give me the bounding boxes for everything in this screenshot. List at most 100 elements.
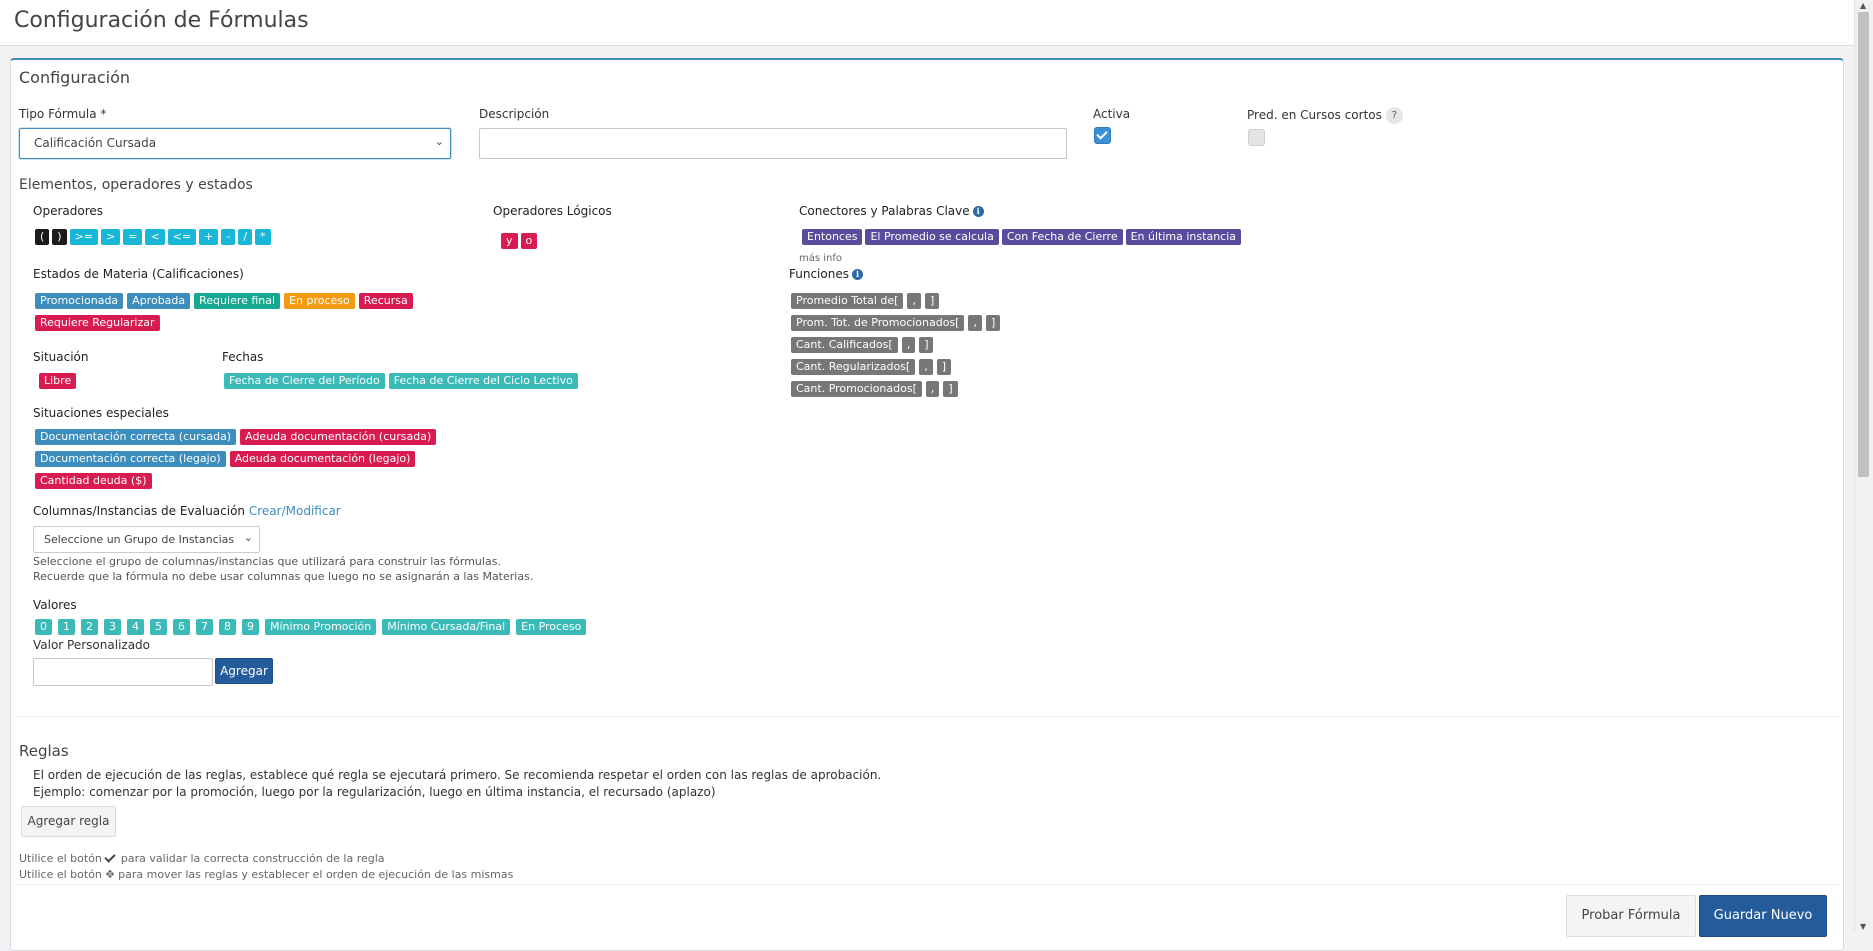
reglas-desc-line1: El orden de ejecución de las reglas, est…: [33, 768, 882, 782]
keyword-chip[interactable]: Con Fecha de Cierre: [1001, 229, 1123, 245]
info-icon[interactable]: i: [851, 269, 863, 280]
operator-chip[interactable]: *: [255, 229, 271, 245]
probar-formula-button[interactable]: Probar Fórmula: [1566, 895, 1696, 937]
logic-chip[interactable]: o: [520, 233, 538, 249]
scroll-up-icon[interactable]: ▲: [1860, 1, 1866, 10]
function-chip[interactable]: Promedio Total de[: [791, 293, 904, 309]
estado-chip[interactable]: Requiere Regularizar: [35, 315, 160, 331]
valor-chip[interactable]: 3: [104, 619, 121, 635]
operator-chip[interactable]: >=: [69, 229, 99, 245]
columnas-label: Columnas/Instancias de Evaluación Crear/…: [33, 504, 341, 518]
function-chip[interactable]: Cant. Regularizados[: [791, 359, 916, 375]
function-part-chip[interactable]: ]: [985, 315, 1001, 331]
reglas-hints: Utilice el botón para validar la correct…: [19, 851, 513, 883]
operator-chip[interactable]: >: [101, 229, 121, 245]
especial-chip[interactable]: Cantidad deuda ($): [35, 473, 152, 489]
operator-chip[interactable]: -: [221, 229, 236, 245]
estado-chip[interactable]: Requiere final: [194, 293, 281, 309]
fecha-chip[interactable]: Fecha de Cierre del Ciclo Lectivo: [388, 373, 578, 389]
conectores-label-text: Conectores y Palabras Clave: [799, 204, 970, 218]
info-icon[interactable]: i: [972, 206, 984, 217]
situacion-chip[interactable]: Libre: [39, 373, 77, 389]
operadores-label: Operadores: [33, 204, 103, 218]
valor-chip[interactable]: 0: [35, 619, 52, 635]
valor-chip[interactable]: Mínimo Promoción: [265, 619, 377, 635]
estado-chip[interactable]: Aprobada: [127, 293, 191, 309]
function-part-chip[interactable]: ]: [936, 359, 951, 375]
hint2-suffix: para mover las reglas y establecer el or…: [118, 868, 514, 881]
function-part-chip[interactable]: ,: [901, 337, 916, 353]
especial-chip[interactable]: Adeuda documentación (cursada): [240, 429, 437, 445]
operator-chip[interactable]: =: [123, 229, 143, 245]
function-row: Promedio Total de[ , ]: [791, 293, 1000, 309]
estado-chip[interactable]: Promocionada: [35, 293, 124, 309]
keyword-chip[interactable]: En última instancia: [1125, 229, 1242, 245]
function-chip[interactable]: Cant. Promocionados[: [791, 381, 922, 397]
especial-chip[interactable]: Adeuda documentación (legajo): [229, 451, 416, 467]
descripcion-input[interactable]: [479, 128, 1067, 159]
columnas-help: Seleccione el grupo de columnas/instanci…: [33, 554, 533, 584]
estado-chip[interactable]: En proceso: [284, 293, 355, 309]
valor-chip[interactable]: En Proceso: [516, 619, 587, 635]
function-part-chip[interactable]: ]: [919, 337, 934, 353]
operator-chip[interactable]: +: [199, 229, 219, 245]
operator-chip[interactable]: <: [145, 229, 165, 245]
valor-chip[interactable]: 6: [173, 619, 190, 635]
function-part-chip[interactable]: ]: [943, 381, 958, 397]
scroll-down-icon[interactable]: ▼: [1860, 922, 1866, 931]
function-part-chip[interactable]: ,: [968, 315, 982, 331]
valor-chip[interactable]: 7: [196, 619, 213, 635]
agregar-button[interactable]: Agregar: [215, 658, 273, 684]
hint-mover: Utilice el botón ✥ para mover las reglas…: [19, 867, 513, 883]
agregar-regla-button[interactable]: Agregar regla: [21, 806, 116, 837]
operator-chip[interactable]: /: [238, 229, 253, 245]
function-part-chip[interactable]: ,: [907, 293, 921, 309]
operator-chip[interactable]: ): [52, 229, 67, 245]
grupo-instancias-select[interactable]: Seleccione un Grupo de Instancias ⌄: [33, 526, 260, 553]
function-chip[interactable]: Prom. Tot. de Promocionados[: [791, 315, 965, 331]
mas-info-link[interactable]: más info: [799, 253, 842, 264]
valor-chip[interactable]: 2: [81, 619, 98, 635]
function-part-chip[interactable]: ]: [924, 293, 940, 309]
valor-chip[interactable]: 5: [150, 619, 167, 635]
hint1-prefix: Utilice el botón: [19, 852, 102, 865]
help-icon[interactable]: ?: [1385, 107, 1403, 124]
pred-cursos-cortos-checkbox[interactable]: [1248, 129, 1265, 146]
tipo-formula-select[interactable]: Calificación Cursada ⌄: [19, 128, 451, 159]
guardar-nuevo-button[interactable]: Guardar Nuevo: [1699, 895, 1827, 937]
function-chip[interactable]: Cant. Calificados[: [791, 337, 898, 353]
valor-chip[interactable]: 8: [219, 619, 236, 635]
function-part-chip[interactable]: ,: [919, 359, 933, 375]
especial-chip[interactable]: Documentación correcta (legajo): [35, 451, 226, 467]
funciones-label: Funciones i: [789, 267, 863, 281]
fecha-chip[interactable]: Fecha de Cierre del Período: [224, 373, 385, 389]
logic-chip[interactable]: y: [501, 233, 518, 249]
divider: [17, 884, 1839, 885]
valor-chip[interactable]: 9: [242, 619, 259, 635]
crear-modificar-link[interactable]: Crear/Modificar: [249, 504, 341, 518]
vertical-scrollbar[interactable]: ▲ ▼: [1854, 0, 1873, 932]
valor-chip[interactable]: Mínimo Cursada/Final: [382, 619, 511, 635]
estados-label: Estados de Materia (Calificaciones): [33, 267, 244, 281]
hint2-prefix: Utilice el botón: [19, 868, 102, 881]
estado-chip[interactable]: Recursa: [358, 293, 413, 309]
situacion-label: Situación: [33, 350, 89, 364]
function-row: Cant. Regularizados[ , ]: [791, 359, 1000, 375]
operator-chip[interactable]: <=: [167, 229, 197, 245]
conectores-group: Entonces El Promedio se calcula Con Fech…: [802, 229, 1242, 245]
hint1-suffix: para validar la correcta construcción de…: [120, 852, 385, 865]
keyword-chip[interactable]: El Promedio se calcula: [865, 229, 999, 245]
activa-checkbox[interactable]: [1094, 127, 1111, 144]
valor-chip[interactable]: 4: [127, 619, 144, 635]
function-part-chip[interactable]: ,: [925, 381, 940, 397]
chevron-down-icon: ⌄: [243, 531, 253, 544]
operator-chip[interactable]: (: [35, 229, 50, 245]
fechas-label: Fechas: [222, 350, 264, 364]
valor-personalizado-input[interactable]: [33, 658, 213, 686]
valor-chip[interactable]: 1: [58, 619, 75, 635]
keyword-chip[interactable]: Entonces: [802, 229, 863, 245]
especial-chip[interactable]: Documentación correcta (cursada): [35, 429, 237, 445]
divider: [17, 716, 1839, 717]
scrollbar-thumb[interactable]: [1858, 12, 1869, 477]
funciones-label-text: Funciones: [789, 267, 849, 281]
